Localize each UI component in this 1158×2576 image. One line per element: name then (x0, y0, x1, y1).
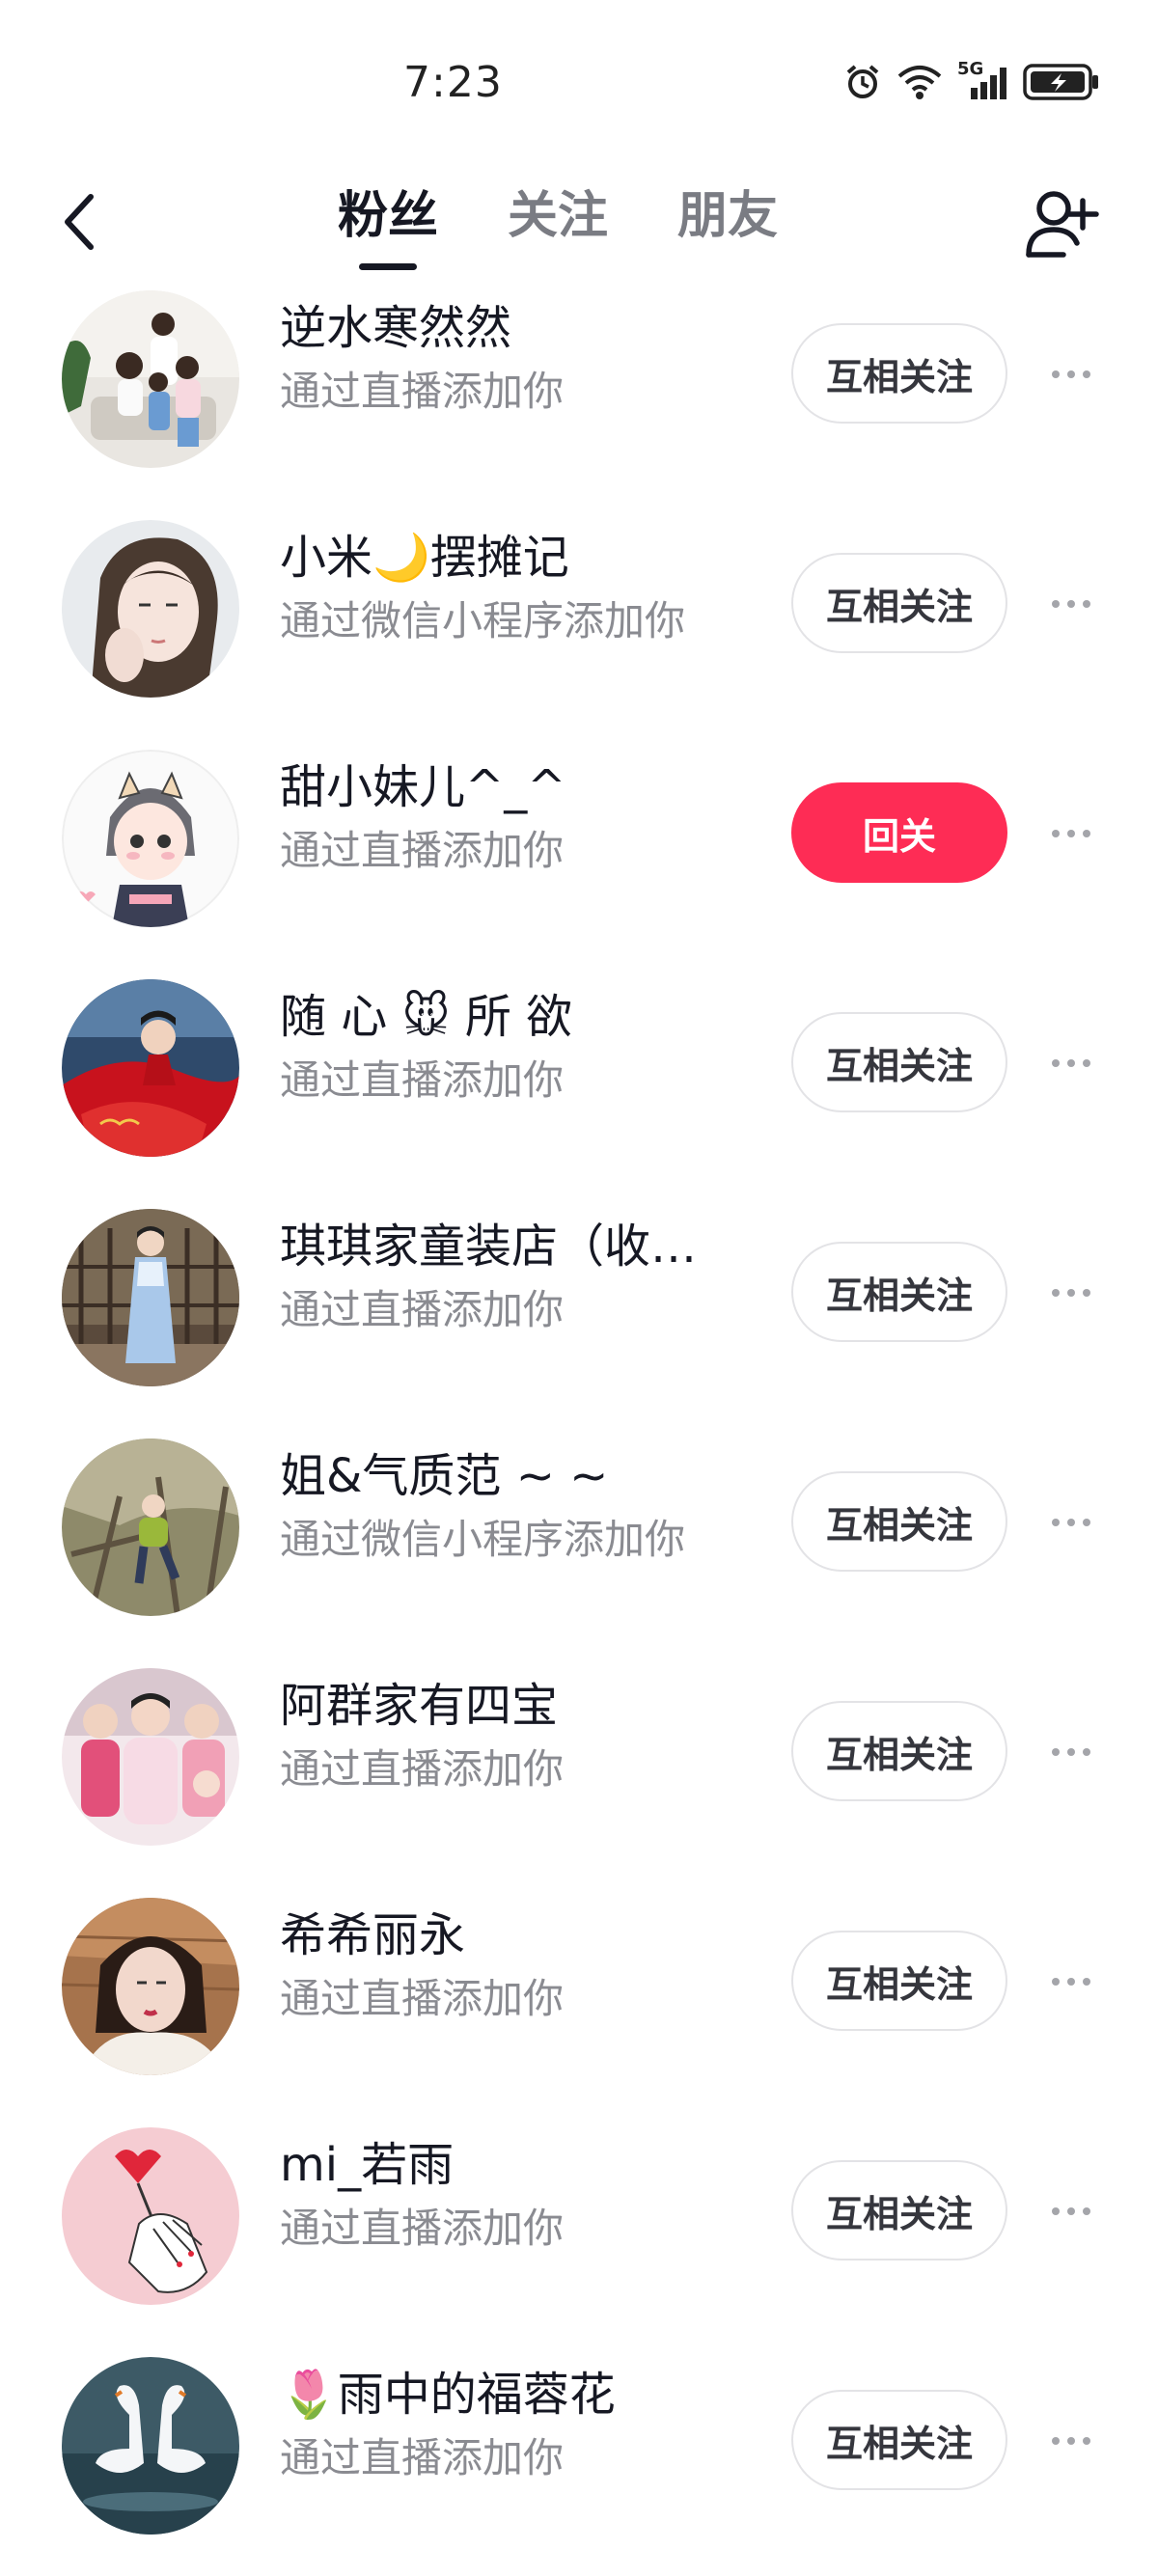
avatar[interactable] (62, 2127, 239, 2305)
status-icons: 5G (843, 59, 1100, 104)
follower-info: 琪琪家童装店（收… 通过直播添加你 (280, 1216, 753, 1337)
follower-source: 通过直播添加你 (280, 1056, 565, 1104)
avatar[interactable] (62, 750, 239, 927)
follower-source: 通过直播添加你 (280, 1975, 565, 2022)
follower-name: 希希丽永 (280, 1908, 466, 1962)
follower-name: 甜小妹儿^_^ (280, 760, 566, 814)
status-bar: 7:23 5G (0, 0, 1158, 164)
follower-info: 随 心 🐭 所 欲 通过直播添加你 (280, 986, 753, 1108)
more-options-button[interactable] (1040, 1951, 1102, 2013)
avatar[interactable] (62, 1898, 239, 2075)
list-item[interactable]: mi_若雨 通过直播添加你 互相关注 (0, 2117, 1158, 2346)
mutual-follow-button[interactable]: 互相关注 (791, 1012, 1007, 1112)
battery-charging-icon (1023, 64, 1098, 100)
more-options-button[interactable] (1040, 1721, 1102, 1783)
follower-source: 通过直播添加你 (280, 2205, 565, 2252)
mutual-follow-button[interactable]: 互相关注 (791, 1931, 1007, 2031)
follower-name: 琪琪家童装店（收… (280, 1219, 698, 1274)
list-item[interactable]: 🌷雨中的福蓉花 通过直播添加你 互相关注 (0, 2346, 1158, 2576)
add-friend-button[interactable] (1023, 183, 1104, 264)
follower-info: 甜小妹儿^_^ 通过直播添加你 (280, 756, 753, 878)
add-user-icon (1026, 191, 1099, 258)
more-options-button[interactable] (1040, 803, 1102, 864)
more-options-button[interactable] (1040, 1492, 1102, 1553)
list-item[interactable]: 希希丽永 通过直播添加你 互相关注 (0, 1887, 1158, 2117)
chevron-left-icon (65, 194, 94, 250)
follower-name: 阿群家有四宝 (280, 1679, 559, 1733)
more-options-button[interactable] (1040, 2180, 1102, 2242)
follower-source: 通过直播添加你 (280, 1286, 565, 1333)
follower-name: 逆水寒然然 (280, 301, 512, 355)
list-item[interactable]: 姐&气质范 ~ ~ 通过微信小程序添加你 互相关注 (0, 1428, 1158, 1658)
follower-info: 希希丽永 通过直播添加你 (280, 1905, 753, 2026)
more-options-button[interactable] (1040, 343, 1102, 405)
more-options-button[interactable] (1040, 1032, 1102, 1094)
avatar[interactable] (62, 2357, 239, 2535)
follow-back-button[interactable]: 回关 (791, 782, 1007, 883)
list-item[interactable]: 逆水寒然然 通过直播添加你 互相关注 (0, 280, 1158, 509)
mutual-follow-button[interactable]: 互相关注 (791, 1242, 1007, 1342)
more-options-button[interactable] (1040, 1262, 1102, 1324)
avatar[interactable] (62, 979, 239, 1157)
follower-info: 阿群家有四宝 通过直播添加你 (280, 1675, 753, 1796)
follower-info: 姐&气质范 ~ ~ 通过微信小程序添加你 (280, 1445, 753, 1567)
avatar[interactable] (62, 1668, 239, 1846)
mutual-follow-button[interactable]: 互相关注 (791, 2160, 1007, 2261)
list-item[interactable]: 小米🌙摆摊记 通过微信小程序添加你 互相关注 (0, 509, 1158, 739)
follower-info: 🌷雨中的福蓉花 通过直播添加你 (280, 2364, 753, 2485)
wifi-icon (897, 66, 942, 99)
mutual-follow-button[interactable]: 互相关注 (791, 323, 1007, 424)
list-item[interactable]: 阿群家有四宝 通过直播添加你 互相关注 (0, 1658, 1158, 1887)
avatar[interactable] (62, 1439, 239, 1616)
follower-source: 通过直播添加你 (280, 827, 565, 874)
more-options-button[interactable] (1040, 2410, 1102, 2472)
nav-bar: 粉丝 关注 朋友 (0, 164, 1158, 280)
follower-source: 通过直播添加你 (280, 1745, 565, 1793)
tab-following-label: 关注 (508, 187, 609, 245)
follower-source: 通过直播添加你 (280, 368, 565, 415)
follower-name: 随 心 🐭 所 欲 (280, 990, 573, 1044)
mutual-follow-button[interactable]: 互相关注 (791, 1701, 1007, 1801)
follower-name: 姐&气质范 ~ ~ (280, 1449, 609, 1503)
follower-name: 🌷雨中的福蓉花 (280, 2368, 616, 2422)
tab-friends[interactable]: 朋友 (677, 178, 778, 266)
cellular-signal-icon: 5G (957, 59, 1009, 101)
avatar[interactable] (62, 290, 239, 468)
mutual-follow-button[interactable]: 互相关注 (791, 553, 1007, 653)
tab-bar: 粉丝 关注 朋友 (338, 178, 778, 270)
follower-name: mi_若雨 (280, 2138, 455, 2192)
follower-source: 通过直播添加你 (280, 2434, 565, 2481)
avatar[interactable] (62, 520, 239, 698)
list-item[interactable]: 琪琪家童装店（收… 通过直播添加你 互相关注 (0, 1198, 1158, 1428)
avatar[interactable] (62, 1209, 239, 1386)
alarm-icon (846, 65, 879, 98)
tab-fans-label: 粉丝 (338, 187, 439, 245)
tab-following[interactable]: 关注 (508, 178, 608, 266)
more-options-button[interactable] (1040, 573, 1102, 635)
mutual-follow-button[interactable]: 互相关注 (791, 1471, 1007, 1572)
list-item[interactable]: 随 心 🐭 所 欲 通过直播添加你 互相关注 (0, 969, 1158, 1198)
active-tab-indicator (359, 263, 417, 270)
follower-info: 逆水寒然然 通过直播添加你 (280, 297, 753, 419)
tab-friends-label: 朋友 (677, 187, 779, 245)
follower-name: 小米🌙摆摊记 (280, 531, 569, 585)
follower-info: 小米🌙摆摊记 通过微信小程序添加你 (280, 527, 753, 648)
back-button[interactable] (50, 185, 108, 259)
list-item[interactable]: 甜小妹儿^_^ 通过直播添加你 回关 (0, 739, 1158, 969)
mutual-follow-button[interactable]: 互相关注 (791, 2390, 1007, 2490)
follower-source: 通过微信小程序添加你 (280, 1516, 686, 1563)
tab-fans[interactable]: 粉丝 (338, 178, 439, 270)
follower-info: mi_若雨 通过直播添加你 (280, 2134, 753, 2256)
follower-source: 通过微信小程序添加你 (280, 597, 686, 644)
status-time: 7:23 (403, 58, 503, 107)
